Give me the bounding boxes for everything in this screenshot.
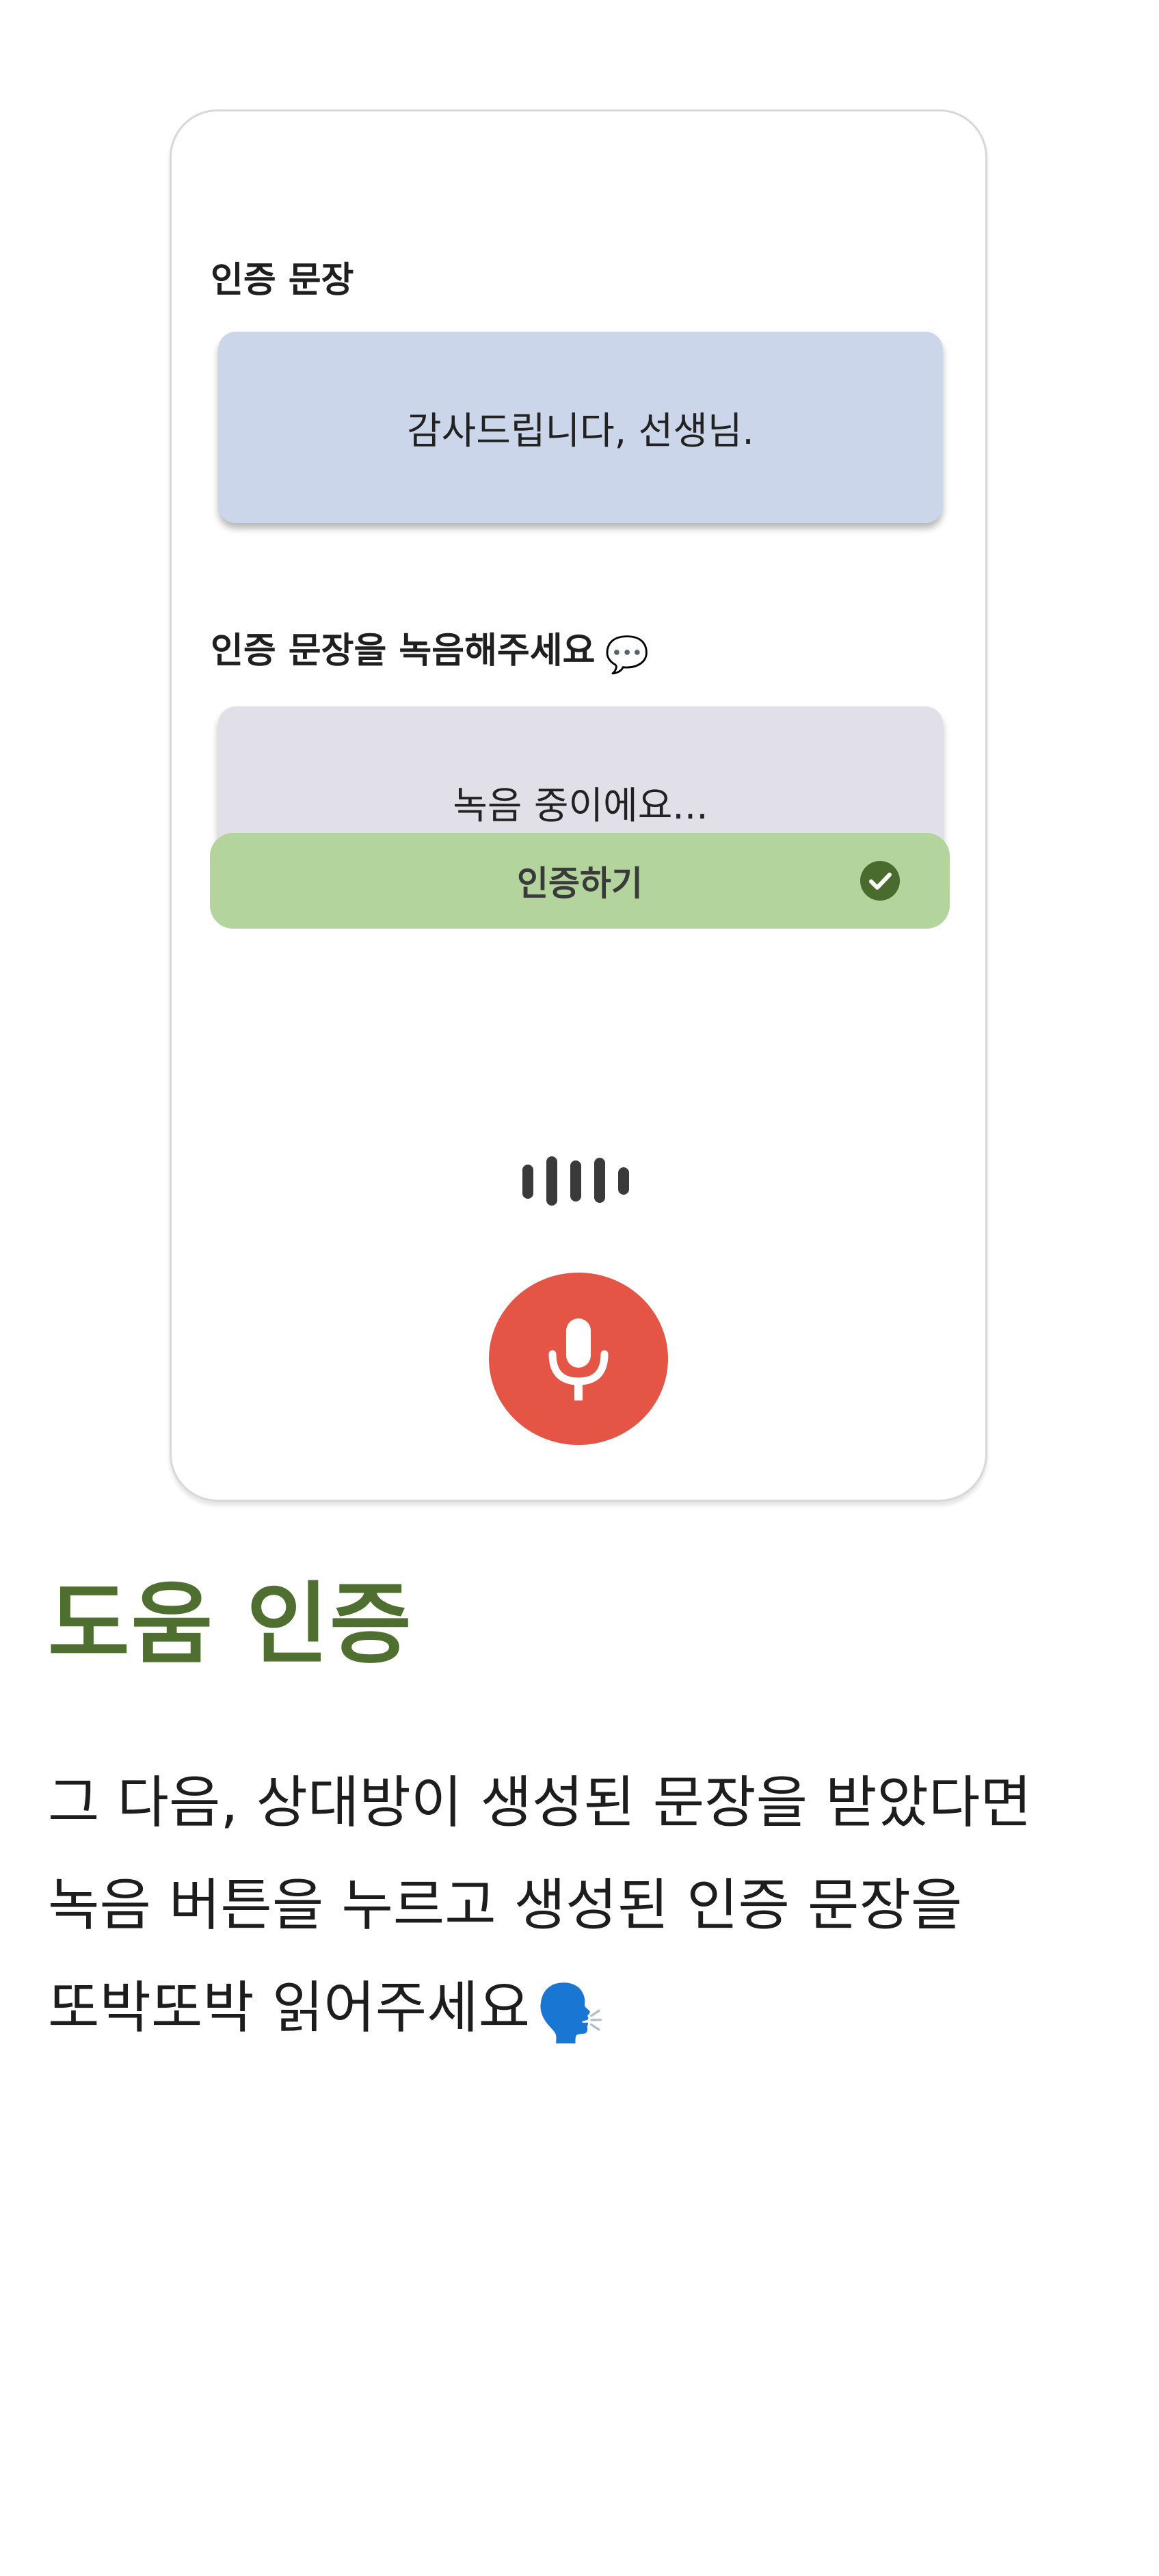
section-title: 도움 인증 bbox=[48, 1572, 413, 1676]
microphone-icon bbox=[548, 1318, 609, 1400]
speech-bubble-icon: 💬 bbox=[604, 635, 650, 676]
record-instruction-text: 인증 문장을 녹음해주세요 bbox=[211, 630, 596, 672]
recording-status-text: 녹음 중이에요... bbox=[453, 784, 708, 827]
verify-button[interactable]: 인증하기 bbox=[210, 833, 950, 929]
sentence-box: 감사드립니다, 선생님. bbox=[218, 332, 943, 523]
description-line-1: 그 다음, 상대방이 생성된 문장을 받았다면 bbox=[48, 1770, 1032, 1835]
record-mic-button[interactable] bbox=[489, 1273, 668, 1445]
verify-button-label: 인증하기 bbox=[517, 864, 643, 903]
description-line-3: 또박또박 읽어주세요🗣️ bbox=[48, 1957, 1115, 2065]
verification-card: 인증 문장 감사드립니다, 선생님. 인증 문장을 녹음해주세요 💬 녹음 중이에… bbox=[170, 109, 987, 1502]
check-circle-icon bbox=[860, 861, 900, 901]
speaking-head-icon: 🗣️ bbox=[535, 1981, 606, 2046]
sentence-label: 인증 문장 bbox=[211, 260, 354, 301]
description-line-3-text: 또박또박 읽어주세요 bbox=[48, 1976, 531, 2041]
sentence-text: 감사드립니다, 선생님. bbox=[407, 409, 754, 453]
description-line-2: 녹음 버튼을 누르고 생성된 인증 문장을 bbox=[48, 1873, 963, 1938]
record-instruction: 인증 문장을 녹음해주세요 💬 bbox=[211, 622, 649, 676]
audio-wave-icon bbox=[522, 1156, 629, 1206]
section-description: 그 다음, 상대방이 생성된 문장을 받았다면 녹음 버튼을 누르고 생성된 인… bbox=[48, 1752, 1115, 2065]
